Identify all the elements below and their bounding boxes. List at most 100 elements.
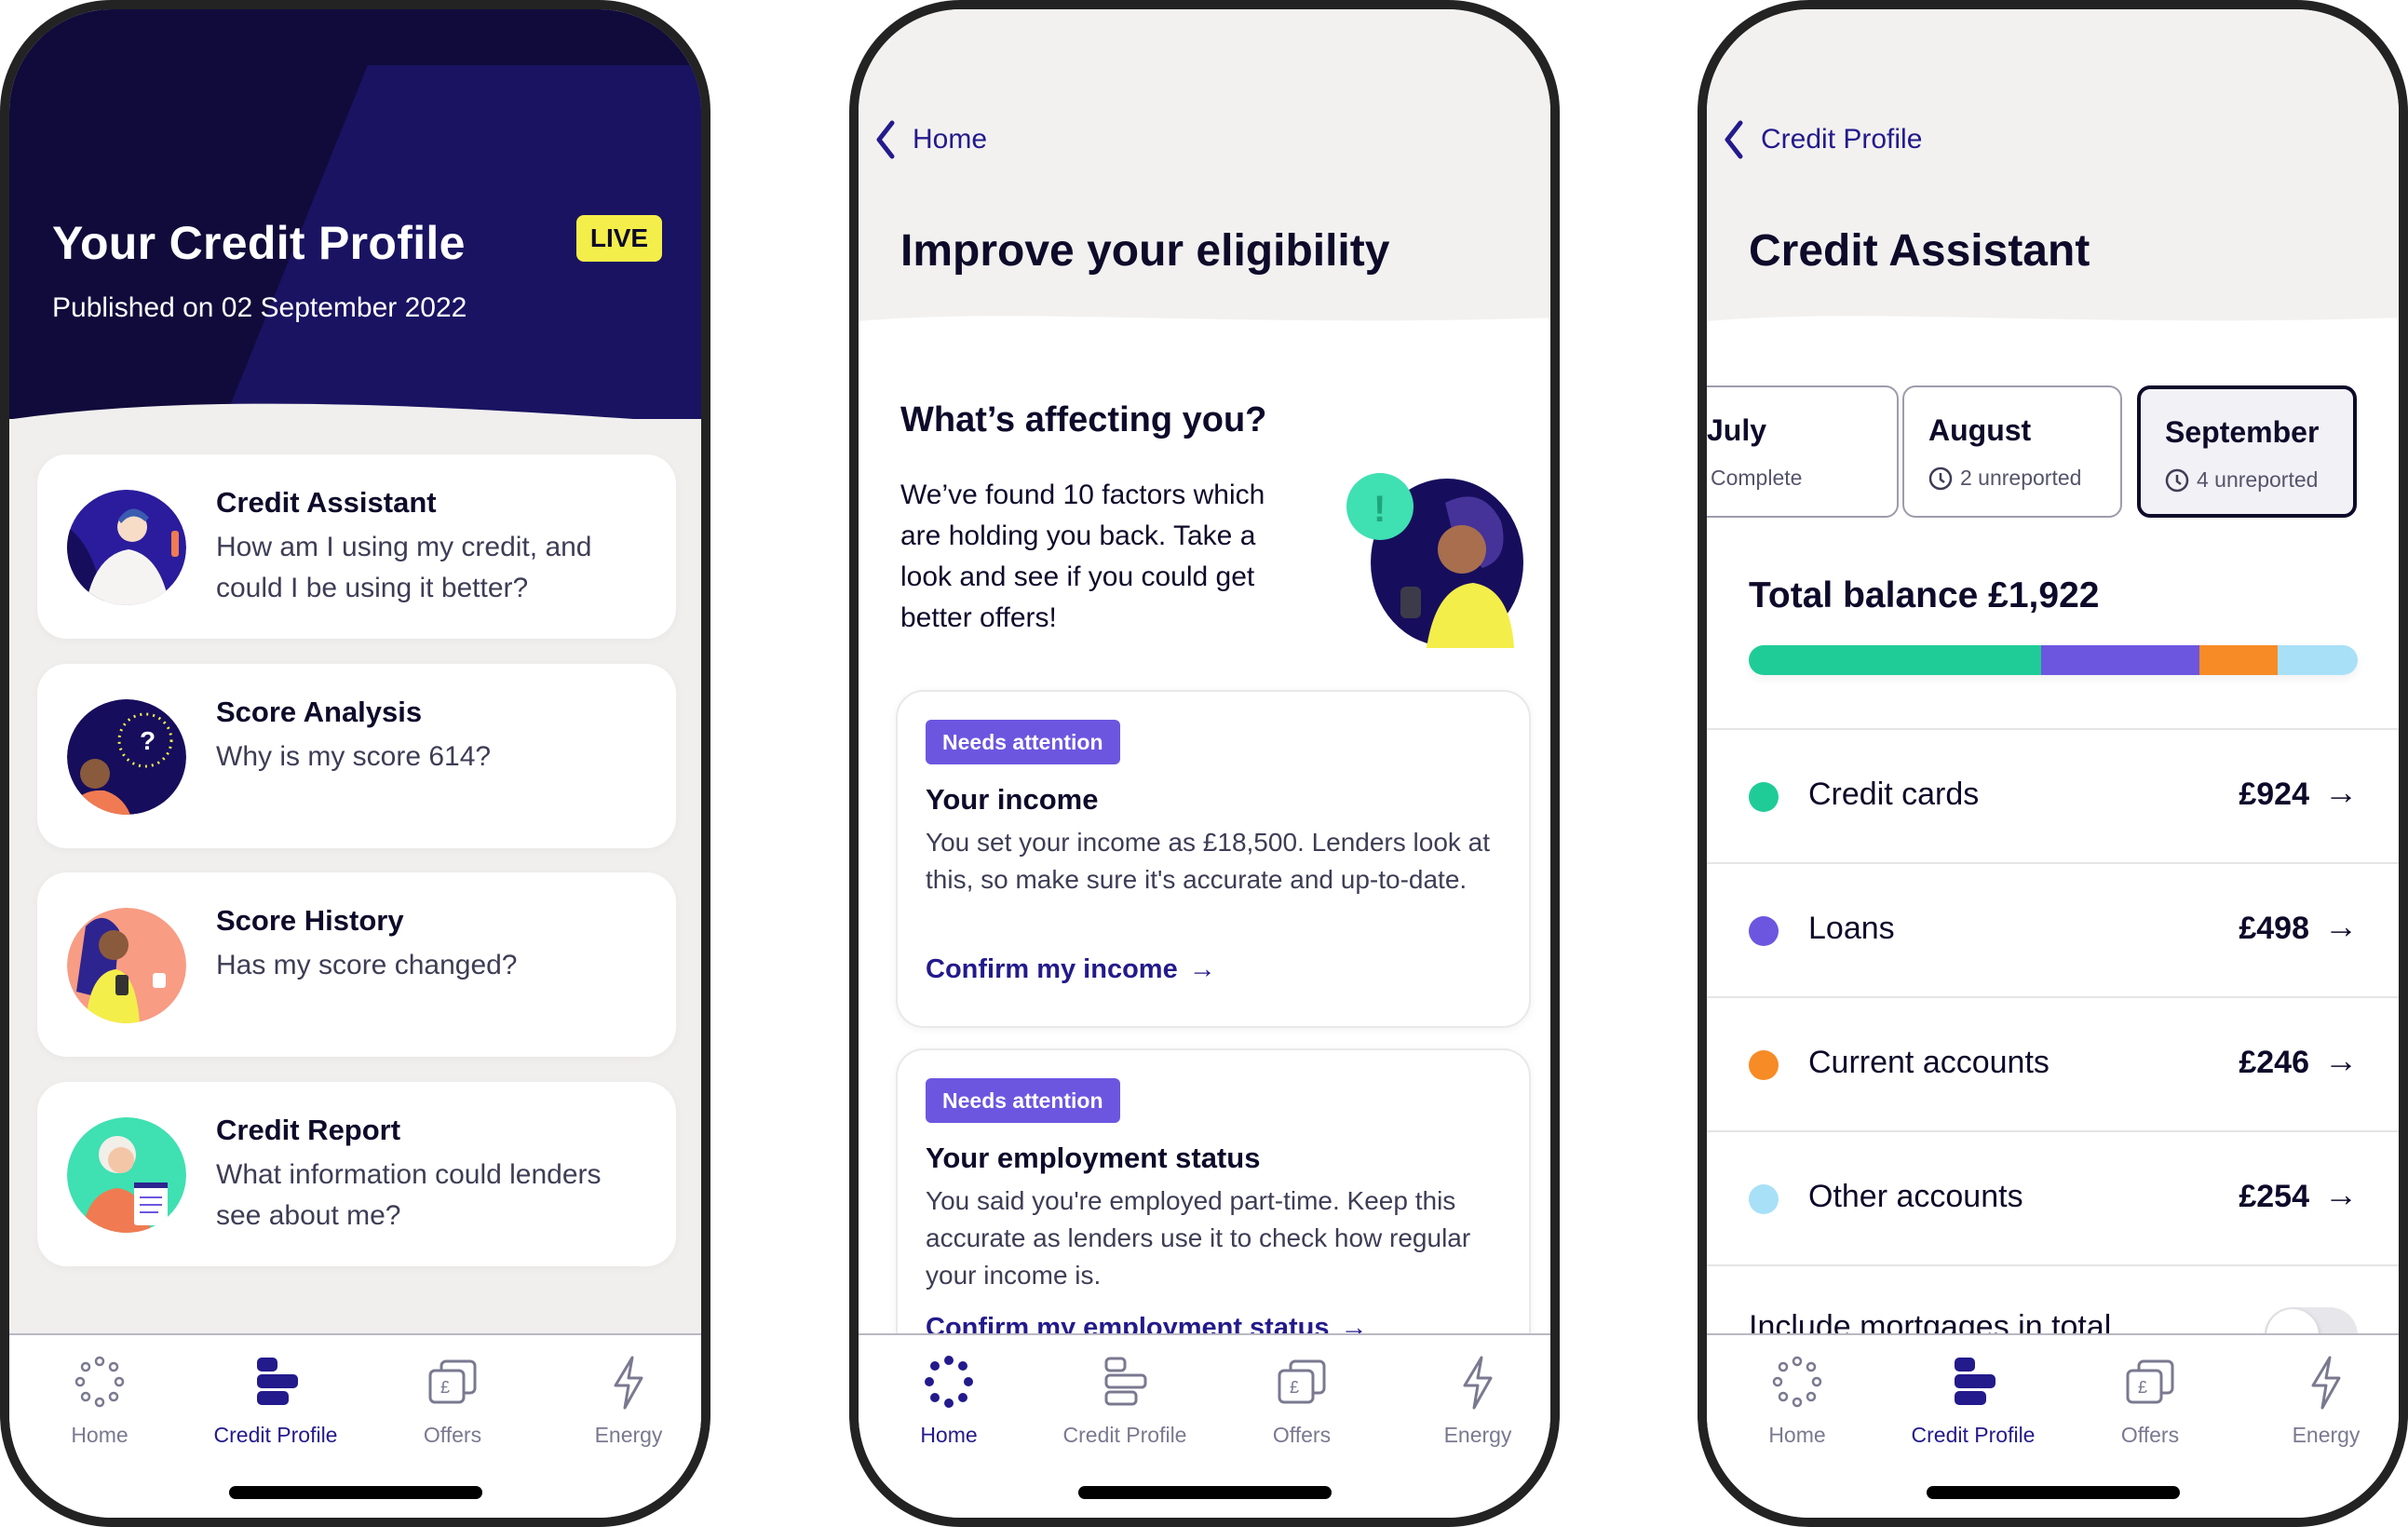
tab-offers[interactable]: £ Offers — [369, 1354, 536, 1456]
factor-description: You set your income as £18,500. Lenders … — [926, 828, 1491, 894]
account-row[interactable]: Loans £498 → — [1707, 862, 2399, 998]
account-row[interactable]: Other accounts £254 → — [1707, 1130, 2399, 1266]
card-credit-report[interactable]: Credit Report What information could len… — [37, 1082, 676, 1266]
back-label: Credit Profile — [1761, 124, 1923, 155]
arrow-right-icon: → — [2324, 1175, 2358, 1213]
back-button[interactable]: Home — [872, 119, 987, 160]
tab-label: Energy — [594, 1423, 663, 1447]
month-tab-july[interactable]: July Complete — [1698, 385, 1899, 518]
person-holding-report-illustration — [67, 1117, 186, 1233]
card-description: Why is my score 614? — [216, 741, 492, 772]
tab-bar: Home Credit Profile £ Offers Energy — [859, 1333, 1550, 1518]
month-name: September — [2165, 415, 2320, 449]
page-title: Credit Assistant — [1749, 226, 2090, 276]
chevron-left-icon — [1725, 120, 1743, 159]
card-description: How am I using my credit, and could I be… — [216, 532, 592, 603]
page-title: Your Credit Profile — [52, 217, 466, 269]
card-description: Has my score changed? — [216, 950, 518, 980]
month-tab-september[interactable]: September 4 unreported — [2137, 385, 2357, 518]
svg-text:£: £ — [2138, 1378, 2147, 1397]
credit-profile-bars-icon — [1104, 1357, 1147, 1406]
tab-credit-profile[interactable]: Credit Profile — [192, 1354, 359, 1456]
account-category: Current accounts — [1808, 1045, 2050, 1080]
tab-offers[interactable]: £ Offers — [1218, 1354, 1386, 1456]
clock-icon — [1928, 466, 1953, 490]
tab-label: Credit Profile — [1911, 1423, 2036, 1447]
arrow-right-icon: → — [2324, 773, 2358, 811]
tab-energy[interactable]: Energy — [545, 1354, 701, 1456]
category-color-dot — [1749, 782, 1779, 812]
account-row[interactable]: Current accounts £246 → — [1707, 996, 2399, 1132]
tab-credit-profile[interactable]: Credit Profile — [1041, 1354, 1209, 1456]
card-score-analysis[interactable]: ? Score Analysis Why is my score 614? — [37, 664, 676, 848]
clock-icon — [2165, 468, 2189, 492]
energy-bolt-icon — [2311, 1356, 2341, 1410]
tab-home[interactable]: Home — [1713, 1354, 1881, 1456]
month-status: 2 unreported — [1928, 466, 2081, 491]
status-label: 4 unreported — [2197, 467, 2319, 492]
card-credit-assistant[interactable]: Credit Assistant How am I using my credi… — [37, 454, 676, 639]
factor-title: Your income — [926, 783, 1099, 816]
balance-breakdown-bar — [1749, 645, 2358, 675]
arrow-right-icon: → — [2324, 1041, 2358, 1079]
tab-home[interactable]: Home — [16, 1354, 183, 1456]
month-tab-august[interactable]: August 2 unreported — [1902, 385, 2122, 518]
tab-label: Home — [71, 1423, 129, 1447]
check-icon — [1698, 466, 1703, 491]
account-category: Loans — [1808, 911, 1895, 946]
category-color-dot — [1749, 1050, 1779, 1080]
person-hand-on-chest-illustration — [67, 490, 186, 605]
account-balance: £498 — [2239, 911, 2309, 946]
card-title: Credit Report — [216, 1114, 401, 1146]
header-wave — [1707, 316, 2399, 365]
tab-bar: Home Credit Profile £ Offers Energy — [1707, 1333, 2399, 1518]
category-color-dot — [1749, 1184, 1779, 1214]
confirm-income-link[interactable]: Confirm my income → — [926, 954, 1216, 985]
tab-label: Energy — [2292, 1423, 2361, 1447]
profile-header — [9, 9, 701, 419]
tab-energy[interactable]: Energy — [2242, 1354, 2399, 1456]
month-name: July — [1707, 413, 1767, 447]
section-title: What’s affecting you? — [900, 400, 1267, 439]
home-indicator — [1926, 1486, 2180, 1499]
tab-bar: Home Credit Profile £ Offers Energy — [9, 1333, 701, 1518]
tab-credit-profile[interactable]: Credit Profile — [1889, 1354, 2057, 1456]
svg-text:£: £ — [440, 1378, 450, 1397]
home-dots-icon — [925, 1356, 973, 1408]
account-row[interactable]: Credit cards £924 → — [1707, 728, 2399, 864]
phone-credit-profile-screen: Your Credit Profile LIVE Published on 02… — [0, 0, 710, 1527]
status-label: Complete — [1711, 466, 1803, 490]
account-balance: £246 — [2239, 1045, 2309, 1080]
tab-label: Offers — [1272, 1423, 1332, 1447]
tab-home[interactable]: Home — [865, 1354, 1033, 1456]
card-score-history[interactable]: Score History Has my score changed? — [37, 872, 676, 1057]
home-dots-icon — [74, 1356, 125, 1408]
account-balance: £924 — [2239, 777, 2309, 812]
month-status: 4 unreported — [2165, 467, 2318, 493]
total-balance: Total balance £1,922 — [1749, 575, 2100, 615]
tab-offers[interactable]: £ Offers — [2066, 1354, 2234, 1456]
tab-label: Offers — [2120, 1423, 2180, 1447]
home-indicator — [228, 1486, 482, 1499]
tab-label: Credit Profile — [1062, 1423, 1187, 1447]
month-name: August — [1928, 413, 2032, 447]
credit-profile-bars-icon — [1955, 1358, 1995, 1405]
back-button[interactable]: Credit Profile — [1720, 119, 1922, 160]
energy-bolt-icon — [614, 1356, 643, 1410]
card-title: Score History — [216, 904, 404, 937]
home-indicator — [1077, 1486, 1332, 1499]
card-title: Credit Assistant — [216, 486, 437, 519]
balance-segment — [2041, 645, 2199, 675]
account-category: Other accounts — [1808, 1179, 2023, 1214]
tab-energy[interactable]: Energy — [1394, 1354, 1550, 1456]
balance-segment — [2198, 645, 2278, 675]
tab-label: Home — [920, 1423, 978, 1447]
phone-improve-eligibility-screen: Home Improve your eligibility What’s aff… — [849, 0, 1560, 1527]
card-title: Score Analysis — [216, 696, 423, 728]
svg-text:£: £ — [1290, 1378, 1299, 1397]
phone-credit-assistant-screen: Credit Profile Credit Assistant July Com… — [1698, 0, 2408, 1527]
page-title: Improve your eligibility — [900, 226, 1390, 276]
card-description: What information could lenders see about… — [216, 1159, 602, 1231]
needs-attention-badge: Needs attention — [926, 720, 1120, 764]
needs-attention-badge: Needs attention — [926, 1078, 1120, 1123]
